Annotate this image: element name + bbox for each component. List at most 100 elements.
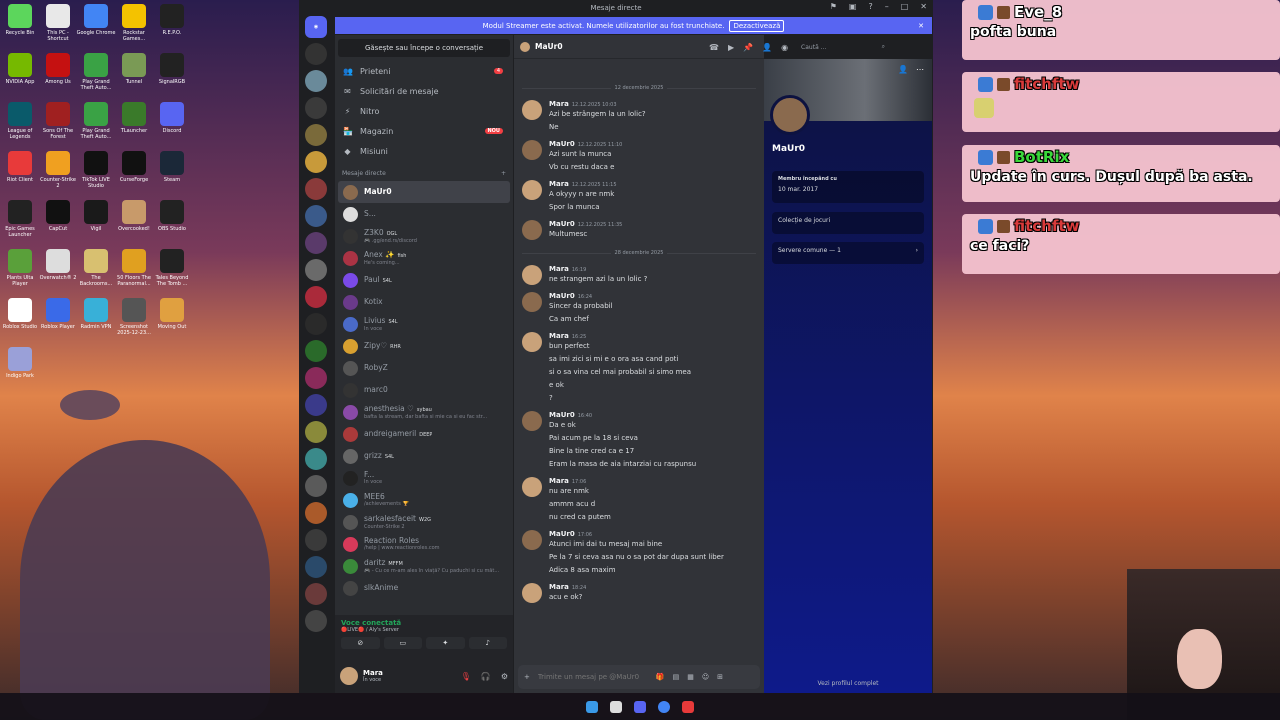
desktop-icon[interactable]: Tunnel	[114, 53, 154, 85]
server-icon[interactable]	[305, 421, 327, 443]
dm-item[interactable]: RobyZ	[338, 357, 510, 379]
dm-item[interactable]: sarkalesfaceit W2G Counter-Strike 2	[338, 511, 510, 533]
avatar[interactable]	[343, 536, 358, 552]
sidebar-item-solicitări[interactable]: ✉ Solicitări de mesaje	[335, 81, 513, 101]
activities-button[interactable]: ✦	[426, 637, 465, 649]
add-dm-icon[interactable]: +	[501, 170, 506, 177]
dm-item[interactable]: Zipy♡ RHR	[338, 335, 510, 357]
full-profile-link[interactable]: Vezi profilul complet	[764, 680, 932, 687]
attach-icon[interactable]: +	[524, 673, 530, 681]
gear-icon[interactable]: ⚙	[501, 672, 508, 681]
dm-item[interactable]: Kotix	[338, 291, 510, 313]
server-icon[interactable]	[305, 124, 327, 146]
call-icon[interactable]: ☎	[709, 43, 719, 52]
add-friend-icon[interactable]: 👤	[762, 43, 772, 52]
avatar[interactable]	[522, 265, 542, 285]
sidebar-item-prieteni[interactable]: 👥 Prieteni 4	[335, 61, 513, 81]
inbox-icon[interactable]: ▣	[849, 2, 857, 11]
desktop-icon[interactable]: Roblox Player	[38, 298, 78, 330]
avatar[interactable]	[343, 382, 358, 398]
avatar[interactable]	[343, 206, 358, 222]
dm-item[interactable]: marc0	[338, 379, 510, 401]
dm-item[interactable]: Z3K0 OGL 🎮 .gg/end.rs/discord	[338, 225, 510, 247]
server-icon[interactable]	[305, 610, 327, 632]
avatar[interactable]	[343, 272, 358, 288]
dm-item[interactable]: Paul S4L	[338, 269, 510, 291]
avatar[interactable]	[340, 667, 358, 685]
game-collection-card[interactable]: Colecție de jocuri	[772, 212, 924, 234]
server-icon[interactable]	[305, 313, 327, 335]
server-icon[interactable]	[305, 205, 327, 227]
sidebar-item-misiuni[interactable]: ◆ Misiuni	[335, 141, 513, 161]
voice-server[interactable]: 🔴LIVE🔴 / Aly's Server	[341, 627, 507, 633]
desktop-icon[interactable]: Screenshot 2025-12-23...	[114, 298, 154, 336]
desktop-icon[interactable]: Recycle Bin	[0, 4, 40, 36]
disable-streamer-button[interactable]: Dezactivează	[729, 19, 785, 32]
desktop-icon[interactable]: CurseForge	[114, 151, 154, 183]
sidebar-item-magazin[interactable]: 🏪 Magazin NOU	[335, 121, 513, 141]
message-author[interactable]: MaUr0	[549, 530, 575, 538]
server-icon[interactable]	[305, 286, 327, 308]
find-conversation-button[interactable]: Găsește sau începe o conversație	[338, 39, 510, 57]
avatar[interactable]	[343, 448, 358, 464]
chat-header-name[interactable]: MaUr0	[535, 42, 563, 51]
soundboard-button[interactable]: ♪	[468, 637, 507, 649]
avatar[interactable]	[522, 140, 542, 160]
message-author[interactable]: Mara	[549, 332, 569, 340]
app-taskbar-icon[interactable]	[682, 700, 694, 713]
server-icon[interactable]	[305, 151, 327, 173]
desktop-icon[interactable]: Play Grand Theft Auto...	[76, 53, 116, 91]
avatar[interactable]	[522, 220, 542, 240]
desktop-icon[interactable]: NVIDIA App	[0, 53, 40, 85]
video-icon[interactable]: ▶	[728, 43, 734, 52]
close-banner-icon[interactable]: ✕	[918, 22, 924, 30]
discord-home-icon[interactable]: ◉	[305, 16, 327, 38]
avatar[interactable]	[343, 360, 358, 376]
message-author[interactable]: MaUr0	[549, 292, 575, 300]
gift-icon[interactable]: 🎁	[656, 673, 665, 681]
desktop-icon[interactable]: Rockstar Games...	[114, 4, 154, 42]
sticker-icon[interactable]: ▦	[687, 673, 694, 681]
message-author[interactable]: MaUr0	[549, 411, 575, 419]
desktop-icon[interactable]: Plants Ulta Player	[0, 249, 40, 287]
avatar[interactable]	[343, 514, 358, 530]
desktop-icon[interactable]: Among Us	[38, 53, 78, 85]
desktop-icon[interactable]: OBS Studio	[152, 200, 192, 232]
message-author[interactable]: Mara	[549, 265, 569, 273]
close-button[interactable]: ✕	[920, 2, 927, 11]
mutual-servers-card[interactable]: Servere comune — 1 ›	[772, 242, 924, 264]
minimize-button[interactable]: –	[885, 2, 889, 11]
message-author[interactable]: Mara	[549, 583, 569, 591]
chrome-taskbar-icon[interactable]	[658, 700, 670, 713]
avatar[interactable]	[343, 338, 358, 354]
desktop-icon[interactable]: League of Legends	[0, 102, 40, 140]
avatar[interactable]	[522, 530, 542, 550]
desktop-icon[interactable]: Play Grand Theft Auto...	[76, 102, 116, 140]
dm-item[interactable]: S...	[338, 203, 510, 225]
emoji-icon[interactable]: ☺	[702, 673, 709, 681]
user-panel[interactable]: Mara În voce 🎙 🎧 ⚙	[335, 659, 513, 693]
search-input[interactable]: Caută ... ⌕	[797, 40, 890, 54]
avatar[interactable]	[343, 250, 358, 266]
desktop-icon[interactable]: Radmin VPN	[76, 298, 116, 330]
desktop-icon[interactable]: Roblox Studio	[0, 298, 40, 330]
profile-avatar[interactable]	[770, 95, 810, 135]
avatar[interactable]	[343, 426, 358, 442]
mute-icon[interactable]: 🎙	[461, 672, 471, 681]
camera-off-button[interactable]: ⊘	[341, 637, 380, 649]
dm-item[interactable]: Livius S4L În voce	[338, 313, 510, 335]
dm-item[interactable]: MaUr0	[338, 181, 510, 203]
avatar[interactable]	[343, 404, 358, 420]
server-icon[interactable]	[305, 367, 327, 389]
desktop-icon[interactable]: 50 Floors The Paranormal...	[114, 249, 154, 287]
avatar[interactable]	[343, 470, 358, 486]
server-icon[interactable]	[305, 529, 327, 551]
avatar[interactable]	[522, 180, 542, 200]
dm-item[interactable]: Reaction Roles/help | www.reactionroles.…	[338, 533, 510, 555]
desktop-icon[interactable]: Google Chrome	[76, 4, 116, 36]
avatar[interactable]	[522, 583, 542, 603]
server-icon[interactable]	[305, 556, 327, 578]
avatar[interactable]	[343, 184, 358, 200]
avatar[interactable]	[343, 558, 358, 574]
dm-item[interactable]: slkAnime	[338, 577, 510, 599]
